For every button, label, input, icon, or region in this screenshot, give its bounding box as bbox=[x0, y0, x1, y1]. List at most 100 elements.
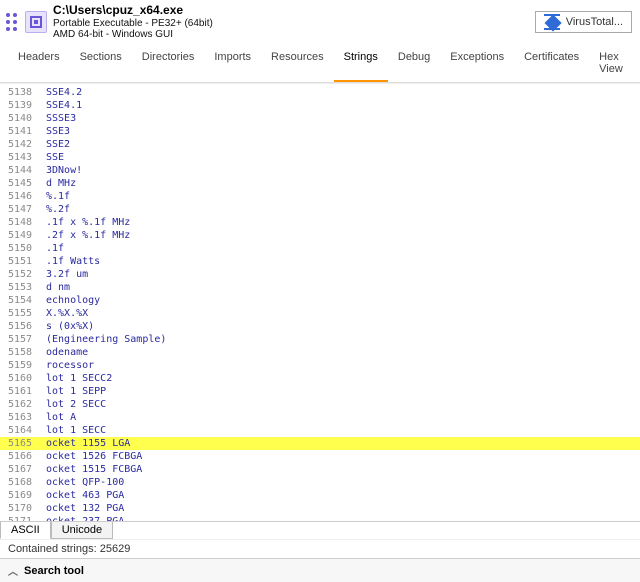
string-offset: 5171 bbox=[8, 515, 46, 521]
string-row[interactable]: 5162 lot 2 SECC bbox=[0, 398, 640, 411]
string-text: lot 1 SECC2 bbox=[46, 372, 112, 385]
string-text: 3DNow! bbox=[46, 164, 82, 177]
virustotal-icon bbox=[544, 14, 560, 30]
string-row[interactable]: 5146 %.1f bbox=[0, 190, 640, 203]
tab-directories[interactable]: Directories bbox=[132, 47, 205, 82]
strings-list[interactable]: 5138 SSE4.25139 SSE4.15140 SSSE35141 SSE… bbox=[0, 83, 640, 521]
string-offset: 5153 bbox=[8, 281, 46, 294]
tab-certificates[interactable]: Certificates bbox=[514, 47, 589, 82]
tab-sections[interactable]: Sections bbox=[70, 47, 132, 82]
tab-debug[interactable]: Debug bbox=[388, 47, 440, 82]
tab-imports[interactable]: Imports bbox=[204, 47, 261, 82]
string-row[interactable]: 5169 ocket 463 PGA bbox=[0, 489, 640, 502]
string-text: .1f bbox=[46, 242, 64, 255]
encoding-tab-unicode[interactable]: Unicode bbox=[51, 522, 113, 539]
string-row[interactable]: 5140 SSSE3 bbox=[0, 112, 640, 125]
string-offset: 5170 bbox=[8, 502, 46, 515]
string-row[interactable]: 5159 rocessor bbox=[0, 359, 640, 372]
string-row[interactable]: 5155 X.%X.%X bbox=[0, 307, 640, 320]
string-text: odename bbox=[46, 346, 88, 359]
string-offset: 5148 bbox=[8, 216, 46, 229]
string-text: lot 2 SECC bbox=[46, 398, 106, 411]
string-offset: 5149 bbox=[8, 229, 46, 242]
string-row[interactable]: 5153 d nm bbox=[0, 281, 640, 294]
encoding-tab-ascii[interactable]: ASCII bbox=[0, 522, 51, 539]
tab-resources[interactable]: Resources bbox=[261, 47, 334, 82]
string-row[interactable]: 5166 ocket 1526 FCBGA bbox=[0, 450, 640, 463]
expand-icon: ︿ bbox=[8, 563, 18, 578]
string-row[interactable]: 5167 ocket 1515 FCBGA bbox=[0, 463, 640, 476]
string-row[interactable]: 5141 SSE3 bbox=[0, 125, 640, 138]
string-row[interactable]: 5149 .2f x %.1f MHz bbox=[0, 229, 640, 242]
string-text: X.%X.%X bbox=[46, 307, 88, 320]
string-text: SSE3 bbox=[46, 125, 70, 138]
string-row[interactable]: 5156 s (0x%X) bbox=[0, 320, 640, 333]
string-offset: 5167 bbox=[8, 463, 46, 476]
string-offset: 5154 bbox=[8, 294, 46, 307]
string-row[interactable]: 5170 ocket 132 PGA bbox=[0, 502, 640, 515]
string-row[interactable]: 5163 lot A bbox=[0, 411, 640, 424]
string-offset: 5147 bbox=[8, 203, 46, 216]
string-text: .1f x %.1f MHz bbox=[46, 216, 130, 229]
string-text: 3.2f um bbox=[46, 268, 88, 281]
string-row[interactable]: 5165 ocket 1155 LGA bbox=[0, 437, 640, 450]
string-text: SSE4.1 bbox=[46, 99, 82, 112]
string-text: .2f x %.1f MHz bbox=[46, 229, 130, 242]
string-text: %.1f bbox=[46, 190, 70, 203]
tab-exceptions[interactable]: Exceptions bbox=[440, 47, 514, 82]
string-row[interactable]: 5151 .1f Watts bbox=[0, 255, 640, 268]
tab-hex-view[interactable]: Hex View bbox=[589, 47, 633, 82]
tab-headers[interactable]: Headers bbox=[8, 47, 70, 82]
string-row[interactable]: 5161 lot 1 SEPP bbox=[0, 385, 640, 398]
string-text: (Engineering Sample) bbox=[46, 333, 166, 346]
pe-file-icon bbox=[25, 11, 47, 33]
string-offset: 5162 bbox=[8, 398, 46, 411]
string-row[interactable]: 5138 SSE4.2 bbox=[0, 86, 640, 99]
string-row[interactable]: 5164 lot 1 SECC bbox=[0, 424, 640, 437]
string-text: lot 1 SECC bbox=[46, 424, 106, 437]
app-menu-dots[interactable] bbox=[6, 13, 17, 31]
string-offset: 5150 bbox=[8, 242, 46, 255]
search-tool-bar[interactable]: ︿ Search tool bbox=[0, 558, 640, 582]
string-offset: 5161 bbox=[8, 385, 46, 398]
string-row[interactable]: 5139 SSE4.1 bbox=[0, 99, 640, 112]
string-text: ocket 132 PGA bbox=[46, 502, 124, 515]
string-text: rocessor bbox=[46, 359, 94, 372]
string-offset: 5146 bbox=[8, 190, 46, 203]
string-offset: 5163 bbox=[8, 411, 46, 424]
string-row[interactable]: 5150 .1f bbox=[0, 242, 640, 255]
string-offset: 5165 bbox=[8, 437, 46, 450]
string-row[interactable]: 5152 3.2f um bbox=[0, 268, 640, 281]
string-row[interactable]: 5160 lot 1 SECC2 bbox=[0, 372, 640, 385]
string-offset: 5169 bbox=[8, 489, 46, 502]
search-tool-label: Search tool bbox=[24, 565, 84, 577]
string-row[interactable]: 5154 echnology bbox=[0, 294, 640, 307]
string-text: SSE bbox=[46, 151, 64, 164]
status-count: 25629 bbox=[100, 543, 131, 555]
string-offset: 5139 bbox=[8, 99, 46, 112]
string-row[interactable]: 5144 3DNow! bbox=[0, 164, 640, 177]
string-offset: 5164 bbox=[8, 424, 46, 437]
string-offset: 5166 bbox=[8, 450, 46, 463]
string-row[interactable]: 5142 SSE2 bbox=[0, 138, 640, 151]
string-offset: 5144 bbox=[8, 164, 46, 177]
string-text: SSE2 bbox=[46, 138, 70, 151]
string-row[interactable]: 5143 SSE bbox=[0, 151, 640, 164]
string-row[interactable]: 5148 .1f x %.1f MHz bbox=[0, 216, 640, 229]
string-text: SSSE3 bbox=[46, 112, 76, 125]
string-text: ocket 1526 FCBGA bbox=[46, 450, 142, 463]
string-text: lot A bbox=[46, 411, 76, 424]
string-row[interactable]: 5145 d MHz bbox=[0, 177, 640, 190]
string-row[interactable]: 5168 ocket QFP-100 bbox=[0, 476, 640, 489]
string-offset: 5145 bbox=[8, 177, 46, 190]
status-label: Contained strings: bbox=[8, 543, 100, 555]
string-row[interactable]: 5171 ocket 237 PGA bbox=[0, 515, 640, 521]
string-offset: 5143 bbox=[8, 151, 46, 164]
string-text: ocket 1155 LGA bbox=[46, 437, 130, 450]
string-text: %.2f bbox=[46, 203, 70, 216]
string-row[interactable]: 5157 (Engineering Sample) bbox=[0, 333, 640, 346]
tab-strings[interactable]: Strings bbox=[334, 47, 388, 82]
virustotal-button[interactable]: VirusTotal... bbox=[535, 11, 632, 33]
string-row[interactable]: 5158 odename bbox=[0, 346, 640, 359]
string-row[interactable]: 5147 %.2f bbox=[0, 203, 640, 216]
